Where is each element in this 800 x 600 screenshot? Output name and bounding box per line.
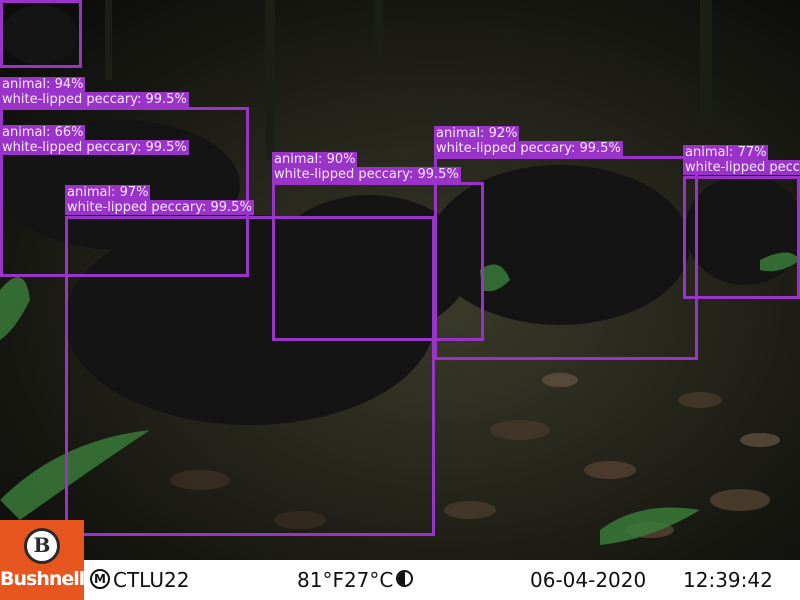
detection-box (683, 176, 800, 299)
detection-animal-label: animal: 90% (272, 152, 358, 167)
temperature-readout: 81°F27°C (297, 568, 394, 592)
time-readout: 12:39:42 (683, 568, 773, 592)
camera-mode-icon: M (90, 569, 110, 589)
bushnell-badge-icon: B (24, 528, 60, 564)
camera-trap-frame: animal: 94% white-lipped peccary: 99.5% … (0, 0, 800, 600)
brand-name: Bushnell (0, 568, 85, 590)
detection-animal-label: animal: 97% (65, 185, 151, 200)
detection-box (0, 0, 82, 68)
detection-species-label: white-lipped peccary: 99.5% (683, 160, 800, 175)
detection-animal-label: animal: 94% (0, 77, 86, 92)
date-readout: 06-04-2020 (530, 568, 647, 592)
detection-species-label: white-lipped peccary: 99.5% (0, 140, 189, 155)
camera-id: CTLU22 (113, 568, 190, 592)
detection-animal-label: animal: 92% (434, 126, 520, 141)
detection-species-label: white-lipped peccary: 99.5% (434, 141, 623, 156)
detection-animal-label: animal: 77% (683, 145, 769, 160)
brand-mark: B (33, 533, 51, 557)
detection-animal-label: animal: 66% (0, 125, 86, 140)
detection-box (434, 156, 698, 360)
detection-species-label: white-lipped peccary: 99.5% (272, 167, 461, 182)
moon-phase-icon (396, 570, 413, 587)
detection-species-label: white-lipped peccary: 99.5% (65, 200, 254, 215)
bushnell-logo: B Bushnell (0, 520, 85, 600)
detection-species-label: white-lipped peccary: 99.5% (0, 92, 189, 107)
